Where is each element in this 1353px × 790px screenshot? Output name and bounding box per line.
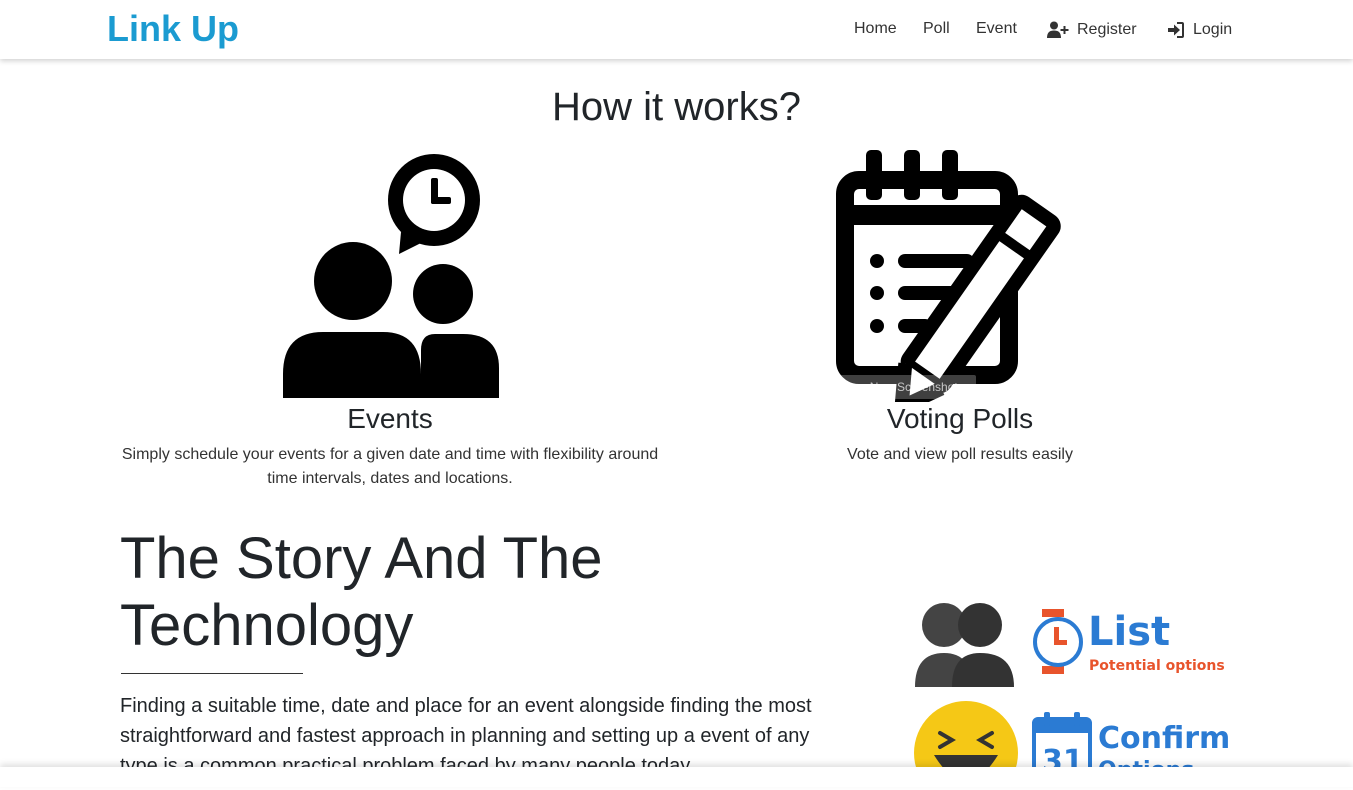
events-feature-description: Simply schedule your events for a given …	[121, 446, 659, 487]
screenshot-overlay-hint: Take a New Screenshot	[826, 375, 976, 399]
nav-login-label: Login	[1193, 21, 1233, 38]
nav-register-link[interactable]: Register	[1047, 19, 1137, 41]
story-illustration: List Potential options 31 Confirm Option…	[912, 595, 1232, 790]
art-confirm-title: Confirm	[1098, 721, 1230, 756]
how-it-works-heading: How it works?	[552, 85, 801, 129]
nav-register-label: Register	[1077, 21, 1137, 38]
clock-icon	[1033, 609, 1083, 674]
nav-home-label: Home	[854, 20, 897, 37]
art-list-title: List	[1088, 609, 1170, 655]
art-list-subtitle: Potential options	[1089, 658, 1225, 674]
nav-poll-label: Poll	[923, 20, 950, 37]
voting-polls-feature-description: Vote and view poll results easily	[847, 446, 1073, 463]
nav-home-link[interactable]: Home	[854, 18, 897, 40]
people-group-icon	[915, 603, 1014, 687]
story-heading: The Story And The Technology	[120, 526, 603, 658]
nav-poll-link[interactable]: Poll	[923, 18, 950, 40]
brand-logo-link[interactable]: Link Up	[107, 8, 239, 50]
user-plus-icon	[1047, 21, 1069, 39]
notepad-pencil-icon	[836, 150, 1088, 415]
nav-event-label: Event	[976, 20, 1017, 37]
nav-login-link[interactable]: Login	[1167, 19, 1232, 41]
top-navbar: Link Up Home Poll Event Register Login	[0, 0, 1353, 59]
people-speech-clock-icon	[283, 154, 499, 403]
voting-polls-feature-title: Voting Polls	[886, 403, 1034, 434]
sign-in-icon	[1167, 21, 1185, 39]
story-divider	[121, 673, 303, 674]
nav-event-link[interactable]: Event	[976, 18, 1017, 40]
viewport-bottom-edge	[0, 767, 1353, 787]
events-feature-title: Events	[347, 403, 433, 434]
